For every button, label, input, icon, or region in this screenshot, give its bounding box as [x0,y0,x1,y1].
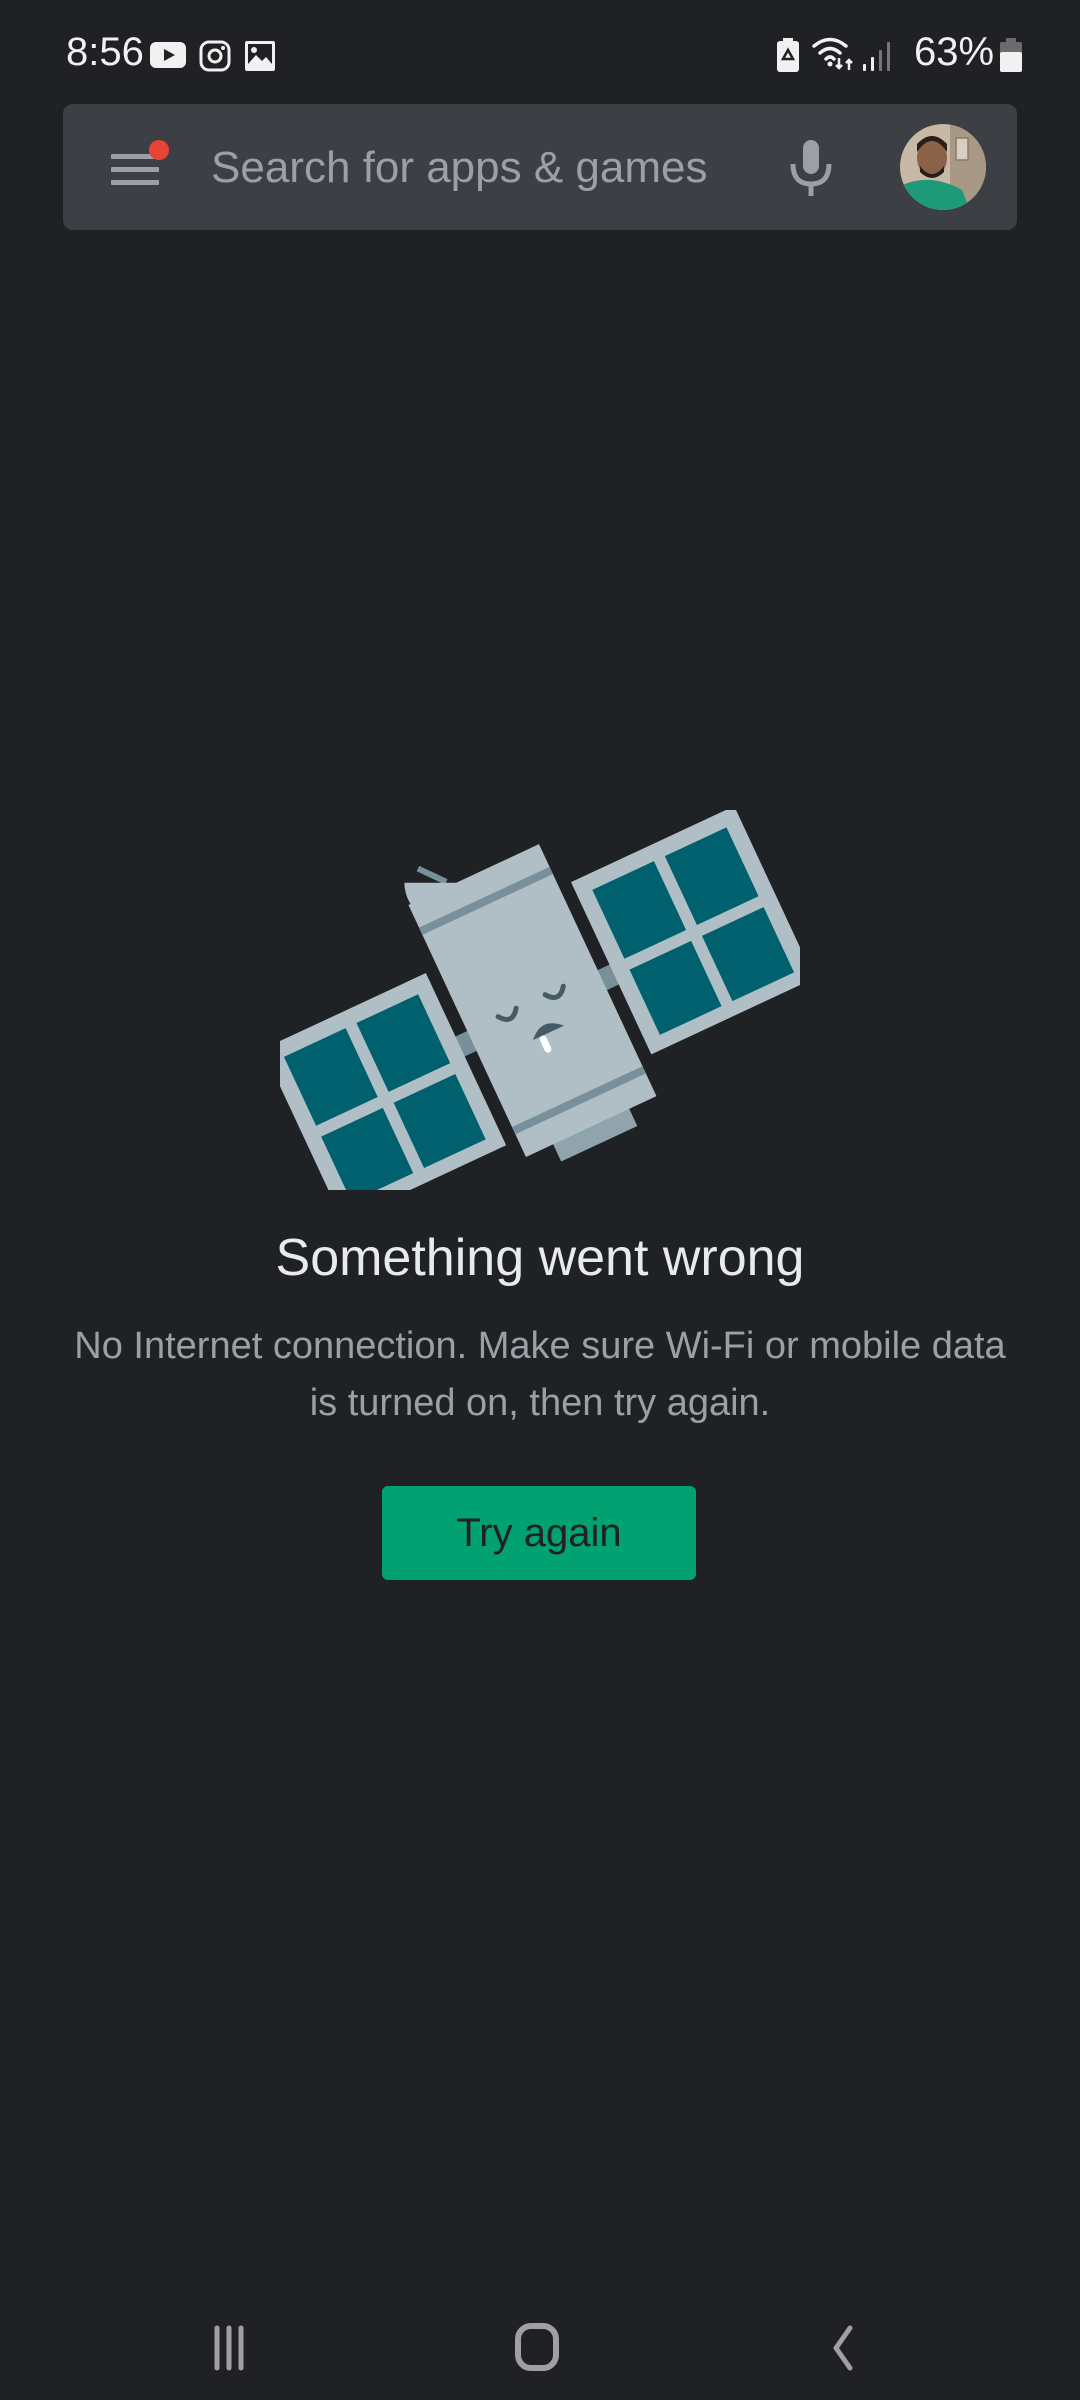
signal-icon [863,42,890,71]
menu-icon-line [111,180,159,185]
youtube-icon [150,42,186,68]
status-bar: 8:56 63% [0,0,1080,100]
search-bar[interactable] [63,104,1017,230]
home-icon [515,2323,559,2371]
instagram-icon [199,40,231,72]
navigation-bar [0,2290,1080,2400]
back-icon [833,2325,853,2371]
gallery-icon [245,41,275,71]
battery-saver-icon [777,38,799,72]
try-again-button[interactable]: Try again [382,1486,696,1580]
notification-dot [149,140,169,160]
error-message: No Internet connection. Make sure Wi-Fi … [74,1325,1006,1424]
mic-icon[interactable] [783,138,839,198]
home-button[interactable] [497,2310,577,2380]
avatar[interactable] [900,124,986,210]
status-time: 8:56 [66,30,144,74]
menu-icon-line [111,167,159,172]
back-button[interactable] [800,2310,880,2380]
search-input[interactable] [209,132,773,204]
wifi-icon [812,37,853,70]
recents-icon [214,2325,244,2371]
menu-button[interactable] [111,140,169,192]
recents-button[interactable] [195,2310,275,2380]
error-title: Something went wrong [275,1229,805,1287]
battery-percent: 63% [914,30,995,74]
battery-icon [1000,38,1022,72]
satellite-illustration [280,810,800,1190]
